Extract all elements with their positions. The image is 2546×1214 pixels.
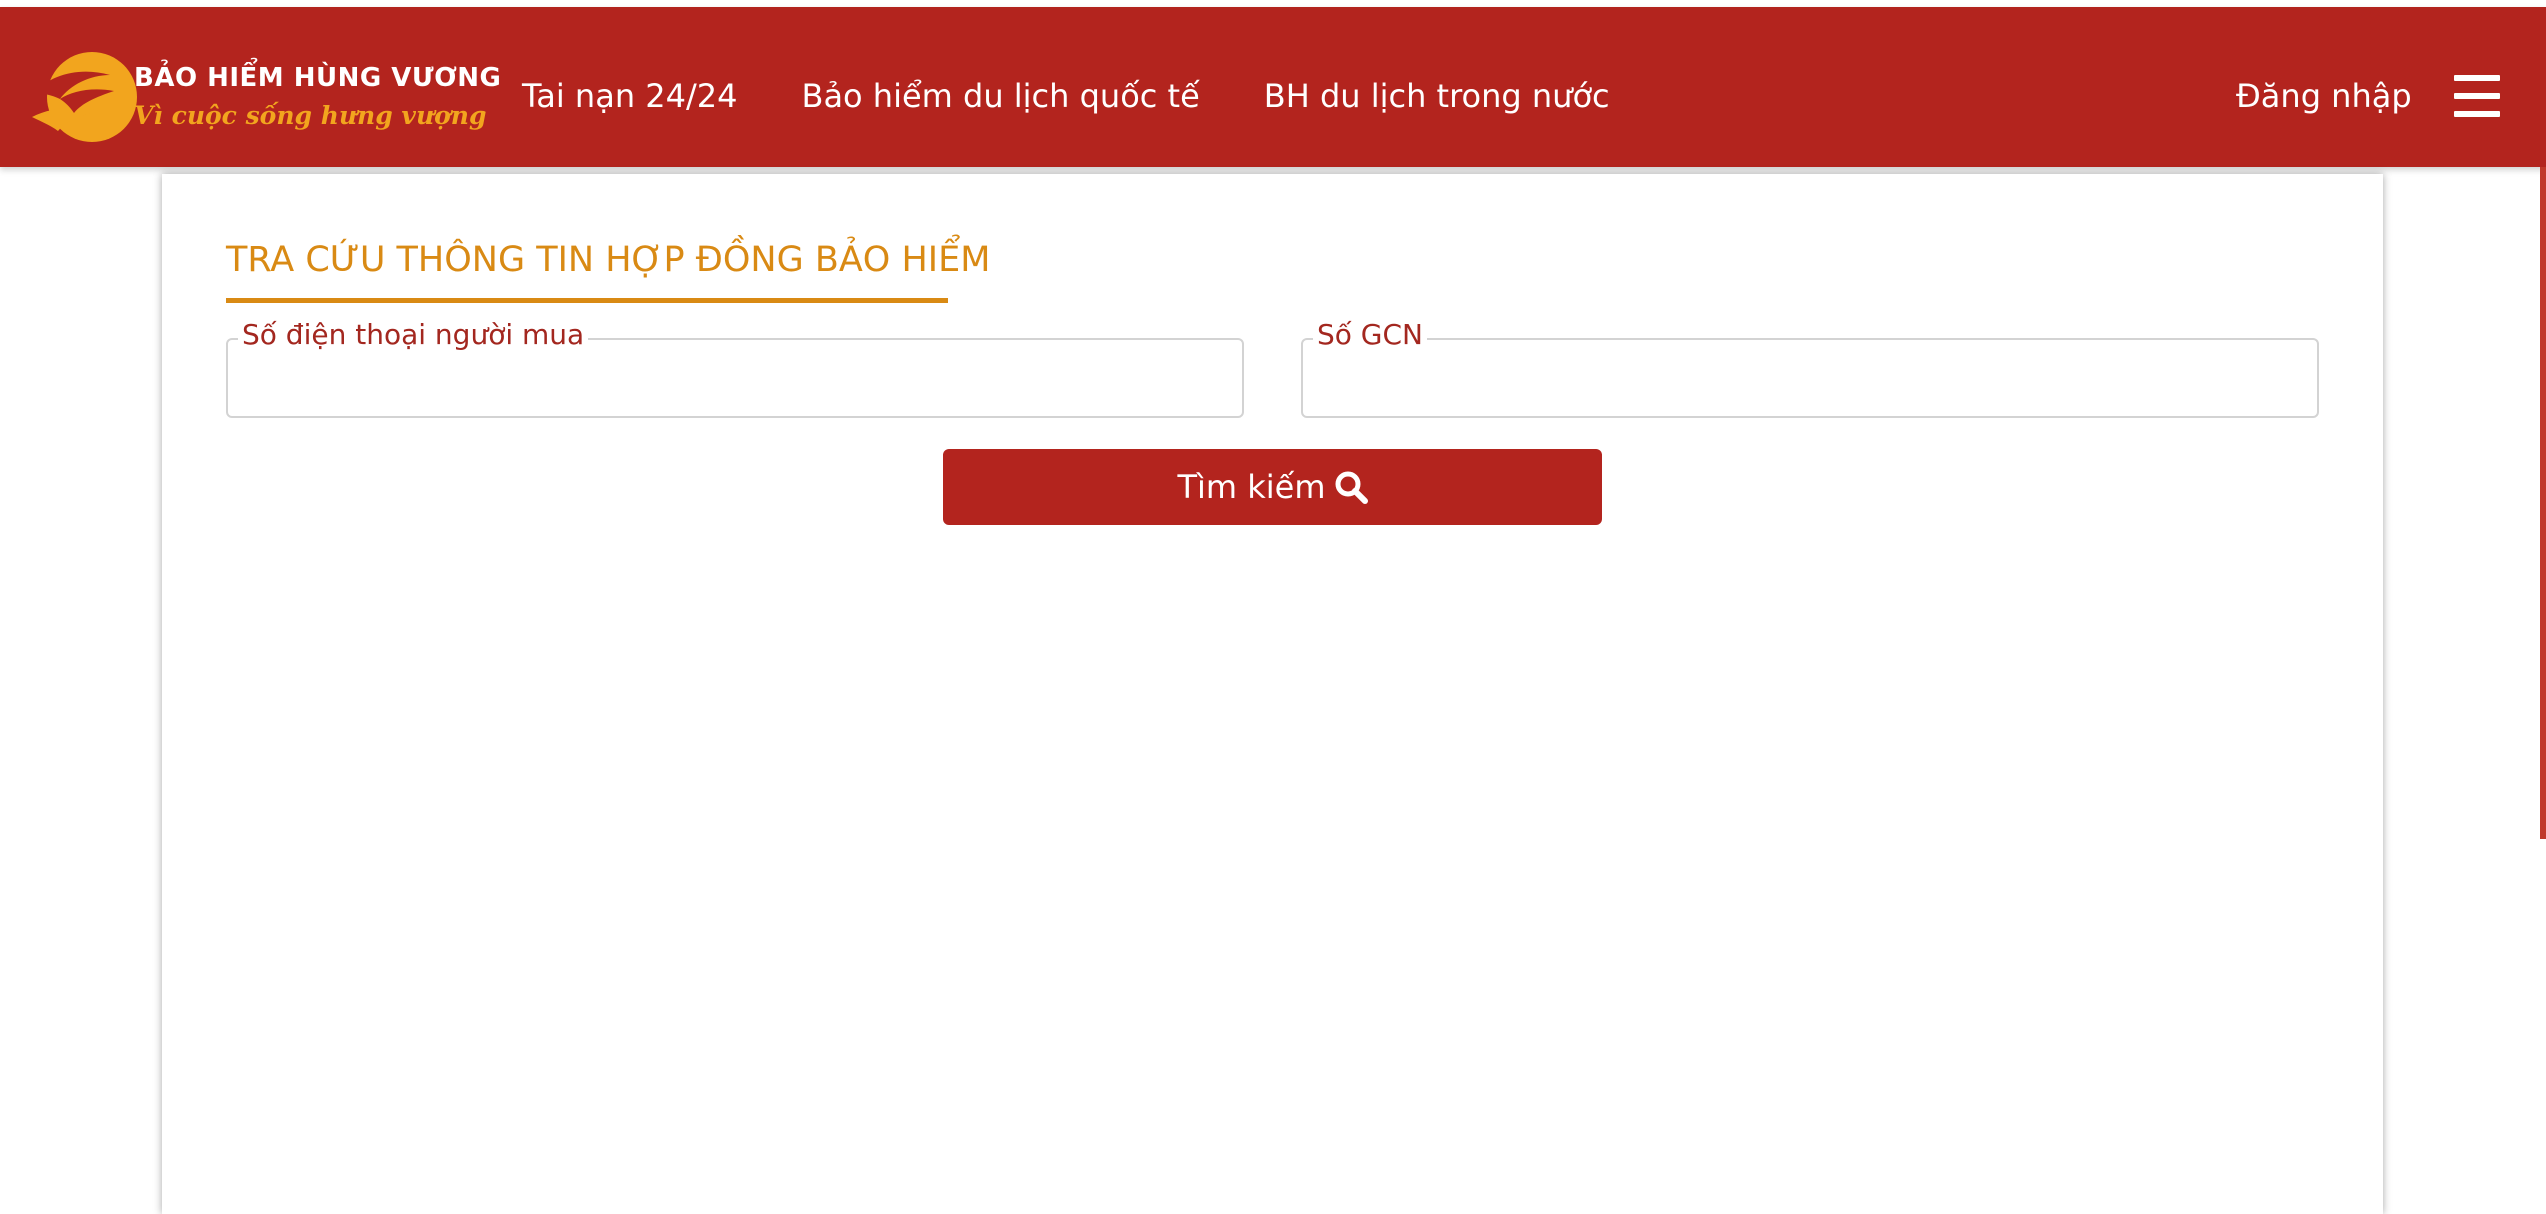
- site-header: BẢO HIỂM HÙNG VƯƠNG Vì cuộc sống hưng vư…: [0, 7, 2546, 167]
- logo-mark-icon: [32, 52, 137, 142]
- phone-input[interactable]: [240, 356, 1230, 400]
- nav-link-du-lich-trong-nuoc[interactable]: BH du lịch trong nước: [1264, 77, 1610, 115]
- search-button[interactable]: Tìm kiếm: [943, 449, 1602, 525]
- top-strip: [0, 0, 2546, 7]
- lookup-card: TRA CỨU THÔNG TIN HỢP ĐỒNG BẢO HIỂM Số đ…: [162, 174, 2383, 1214]
- gcn-field: Số GCN: [1301, 318, 2319, 418]
- login-link[interactable]: Đăng nhập: [2236, 71, 2412, 121]
- gcn-input[interactable]: [1315, 356, 2305, 400]
- brand-title: BẢO HIỂM HÙNG VƯƠNG: [134, 63, 502, 93]
- nav-link-tai-nan[interactable]: Tai nạn 24/24: [522, 77, 737, 115]
- brand-logo[interactable]: BẢO HIỂM HÙNG VƯƠNG Vì cuộc sống hưng vư…: [30, 45, 501, 145]
- gcn-field-label: Số GCN: [1313, 318, 1427, 351]
- title-underline: [226, 298, 948, 303]
- page-edge-accent: [2540, 167, 2546, 839]
- page-title: TRA CỨU THÔNG TIN HỢP ĐỒNG BẢO HIỂM: [226, 240, 991, 280]
- phone-field-label: Số điện thoại người mua: [238, 318, 589, 351]
- main-nav: Tai nạn 24/24 Bảo hiểm du lịch quốc tế B…: [522, 71, 1610, 121]
- search-icon: [1335, 471, 1368, 504]
- search-button-label: Tìm kiếm: [1177, 468, 1326, 506]
- brand-slogan: Vì cuộc sống hưng vượng: [134, 101, 487, 130]
- phone-field: Số điện thoại người mua: [226, 318, 1244, 418]
- hamburger-icon[interactable]: [2454, 75, 2500, 117]
- nav-link-du-lich-quoc-te[interactable]: Bảo hiểm du lịch quốc tế: [801, 77, 1199, 115]
